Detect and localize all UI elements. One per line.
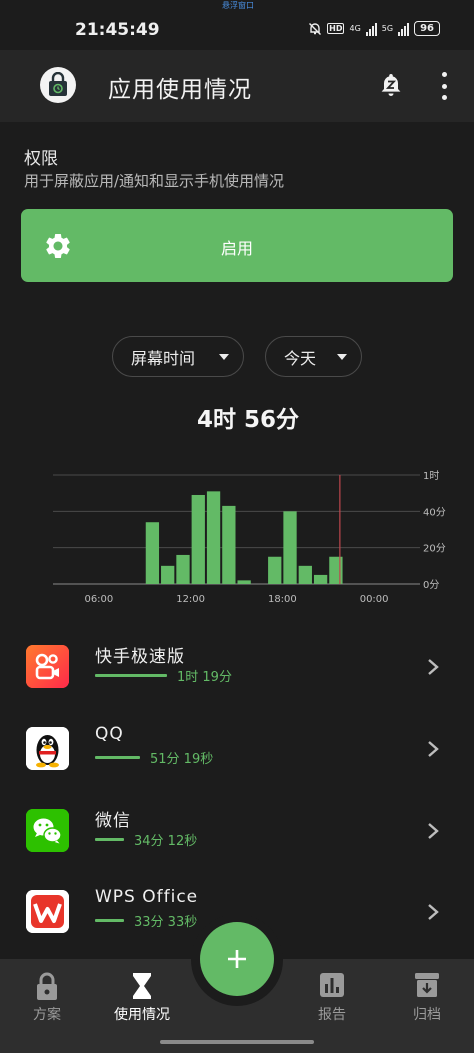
- chart-x-tick-label: 18:00: [268, 594, 297, 605]
- mute-bell-icon: [309, 22, 322, 35]
- status-icons: HD 4G 5G 96: [308, 21, 440, 36]
- usage-duration: 51分 19秒: [150, 752, 214, 767]
- nav-label: 方案: [33, 1007, 61, 1023]
- metric-dropdown[interactable]: 屏幕时间: [112, 336, 244, 377]
- wps-office-icon: [26, 890, 69, 933]
- chart-bar: [161, 565, 175, 584]
- plus-icon: [228, 950, 246, 968]
- nav-item-plans[interactable]: 方案: [0, 959, 97, 1039]
- usage-bar: [95, 919, 124, 922]
- app-name: QQ: [95, 724, 124, 744]
- usage-duration: 1时 19分: [177, 670, 232, 685]
- app-name: WPS Office: [95, 887, 199, 907]
- nav-item-reports[interactable]: 报告: [282, 959, 382, 1039]
- chevron-right-icon: [428, 659, 439, 675]
- snooze-button[interactable]: [378, 70, 404, 100]
- app-logo-icon: [40, 67, 76, 103]
- usage-bar: [95, 674, 167, 677]
- chevron-right-icon: [428, 741, 439, 757]
- app-row-wechat[interactable]: 微信 34分 12秒: [0, 809, 474, 891]
- app-bar: 应用使用情况: [0, 50, 474, 122]
- chart-bar: [145, 522, 160, 584]
- app-name: 微信: [95, 811, 131, 831]
- chart-bar: [191, 494, 205, 584]
- bar-chart-icon: [320, 973, 344, 997]
- archive-icon: [415, 973, 439, 997]
- home-indicator: [160, 1040, 314, 1044]
- chart-bar: [298, 565, 312, 584]
- period-dropdown-value: 今天: [284, 348, 317, 368]
- nav-item-usage[interactable]: 使用情况: [92, 959, 192, 1039]
- total-screen-time: 4时 56分: [196, 407, 300, 433]
- usage-duration: 33分 33秒: [134, 915, 198, 930]
- chart-bar: [329, 556, 343, 584]
- usage-bar: [95, 838, 124, 841]
- chart-y-tick-label: 1时: [423, 470, 439, 482]
- permission-description: 用于屏蔽应用/通知和显示手机使用情况: [24, 172, 285, 190]
- nav-label: 报告: [318, 1007, 346, 1023]
- usage-chart: 1时 40分 20分 0分 06:00 12:00 18:00 00:00: [53, 470, 446, 605]
- period-dropdown[interactable]: 今天: [265, 336, 362, 377]
- more-options-button[interactable]: [434, 72, 454, 100]
- hourglass-icon: [133, 973, 151, 999]
- usage-bar: [95, 756, 140, 759]
- chart-bar: [313, 574, 328, 584]
- nav-label: 归档: [413, 1007, 441, 1023]
- kuaishou-icon: [26, 645, 69, 688]
- lock-icon: [37, 972, 57, 1000]
- nav-label: 使用情况: [114, 1007, 170, 1023]
- chart-bar: [206, 491, 221, 584]
- nav-item-archive[interactable]: 归档: [377, 959, 474, 1039]
- chart-x-tick-label: 06:00: [84, 594, 113, 605]
- page-title: 应用使用情况: [108, 77, 252, 103]
- chart-x-tick-label: 00:00: [360, 594, 389, 605]
- chart-bar: [283, 511, 297, 584]
- signal-icon: [365, 22, 377, 36]
- status-time: 21:45:49: [75, 20, 160, 40]
- qq-penguin-icon: [26, 727, 69, 770]
- app-row-qq[interactable]: QQ 51分 19秒: [0, 724, 474, 809]
- more-vert-icon: [441, 72, 447, 77]
- chart-y-tick-label: 0分: [423, 579, 439, 591]
- usage-duration: 34分 12秒: [134, 834, 198, 849]
- app-name: 快手极速版: [95, 647, 185, 667]
- signal-icon-2: [398, 22, 410, 36]
- status-bar: 悬浮窗口 21:45:49 HD 4G 5G 96: [0, 0, 474, 50]
- chevron-right-icon: [428, 904, 439, 920]
- chart-y-tick-label: 20分: [423, 543, 446, 555]
- floating-window-label: 悬浮窗口: [222, 1, 254, 10]
- battery-indicator: 96: [414, 21, 440, 36]
- network-4g: 4G: [349, 24, 361, 33]
- chart-bar: [222, 505, 236, 584]
- wechat-icon: [26, 809, 69, 852]
- chevron-right-icon: [428, 823, 439, 839]
- app-row-kuaishou[interactable]: 快手极速版 1时 19分: [0, 645, 474, 727]
- dropdown-caret-icon: [219, 354, 229, 360]
- permission-title: 权限: [24, 149, 58, 169]
- chart-bar: [268, 556, 282, 584]
- enable-permission-button[interactable]: 启用: [21, 209, 453, 282]
- snooze-bell-icon: [381, 74, 401, 96]
- chart-y-tick-label: 40分: [423, 506, 446, 518]
- add-button[interactable]: [200, 922, 274, 996]
- dropdown-caret-icon: [337, 354, 347, 360]
- chart-x-tick-label: 12:00: [176, 594, 205, 605]
- chart-bar: [237, 580, 251, 584]
- metric-dropdown-value: 屏幕时间: [131, 348, 196, 368]
- network-5g: 5G: [381, 24, 394, 33]
- enable-label: 启用: [220, 239, 253, 258]
- chart-bar: [176, 554, 190, 584]
- hd-badge: HD: [327, 23, 345, 34]
